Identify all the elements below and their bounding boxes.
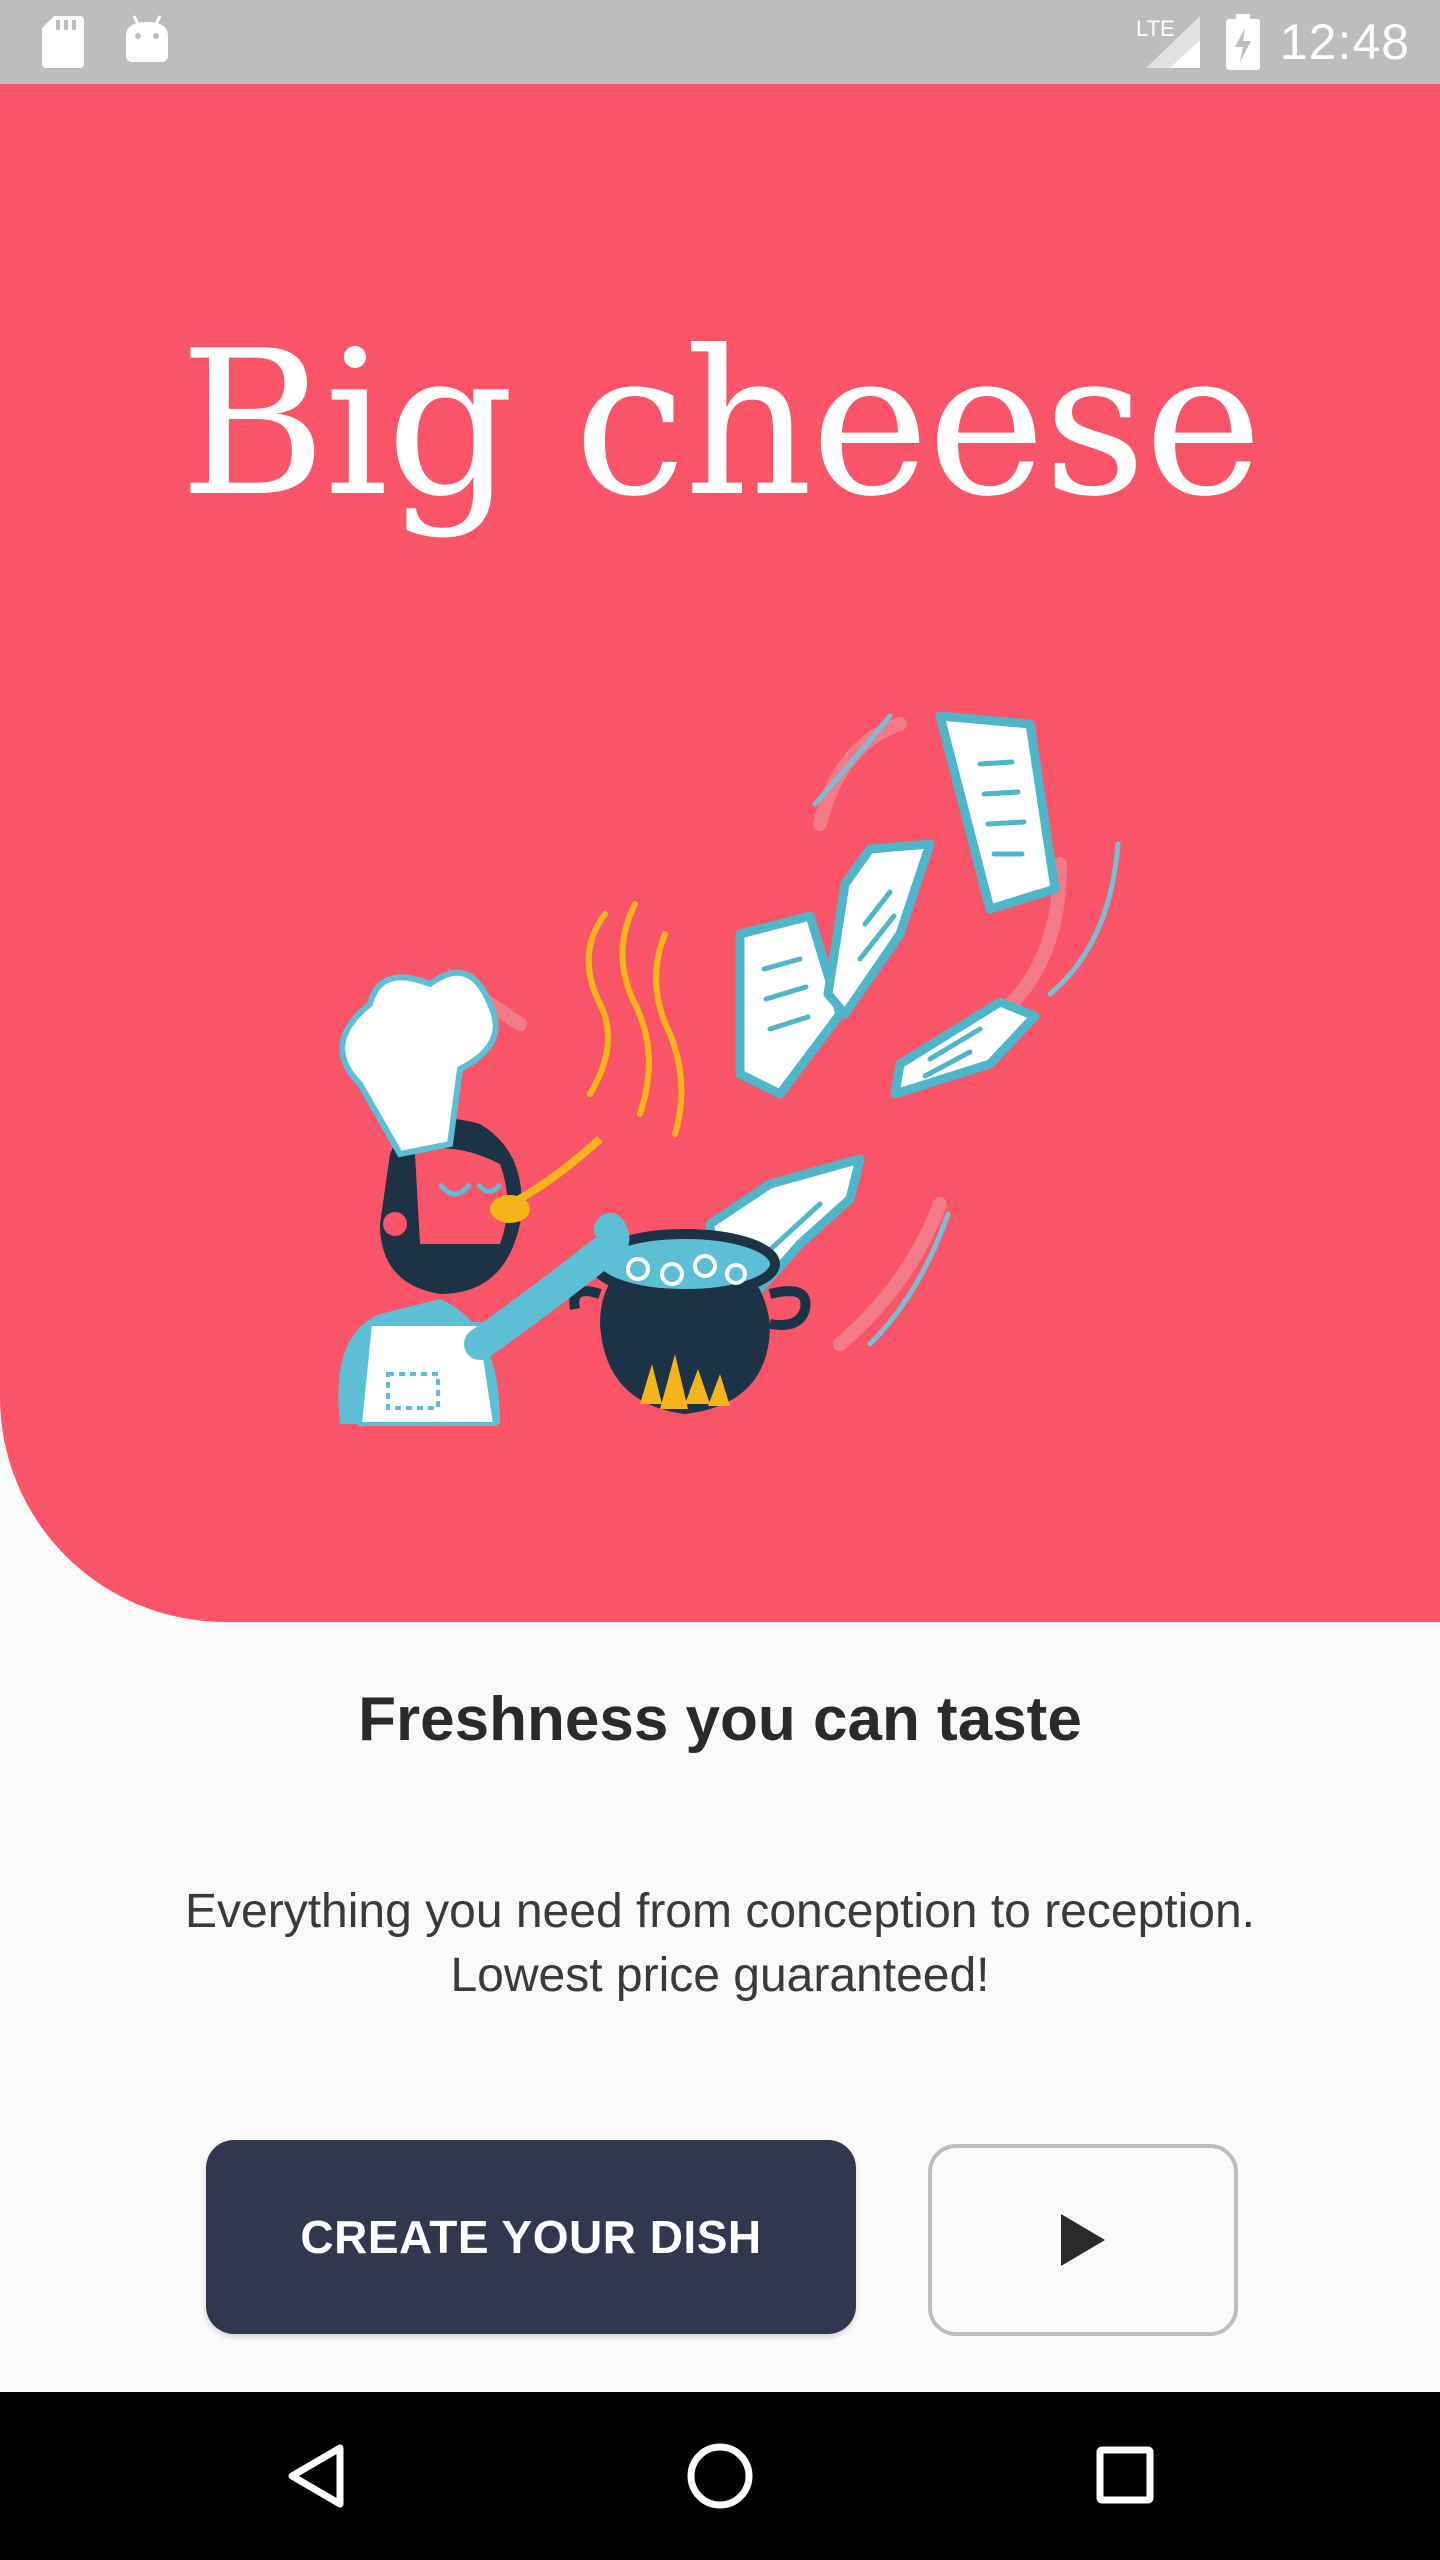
navigation-bar xyxy=(0,2392,1440,2560)
description-text: Everything you need from conception to r… xyxy=(120,1880,1320,2008)
status-time: 12:48 xyxy=(1279,14,1410,70)
status-bar: LTE 12:48 xyxy=(0,0,1440,84)
hero-banner: Big cheese xyxy=(0,84,1440,1622)
home-icon[interactable] xyxy=(686,2442,754,2510)
play-icon xyxy=(1061,2214,1105,2266)
battery-charging-icon xyxy=(1226,14,1260,70)
app-title: Big cheese xyxy=(179,308,1262,541)
tagline-heading: Freshness you can taste xyxy=(358,1685,1082,1754)
description-line-1: Everything you need from conception to r… xyxy=(185,1885,1255,1938)
chef-illustration xyxy=(338,711,1121,1426)
recents-icon[interactable] xyxy=(1096,2446,1154,2504)
android-icon xyxy=(126,15,168,62)
create-dish-button[interactable]: CREATE YOUR DISH xyxy=(206,2140,856,2334)
description-line-2: Lowest price guaranteed! xyxy=(450,1949,990,2002)
play-video-button[interactable] xyxy=(928,2144,1238,2336)
back-icon[interactable] xyxy=(286,2444,346,2508)
signal-icon xyxy=(1146,16,1200,68)
sd-card-icon xyxy=(42,16,84,68)
